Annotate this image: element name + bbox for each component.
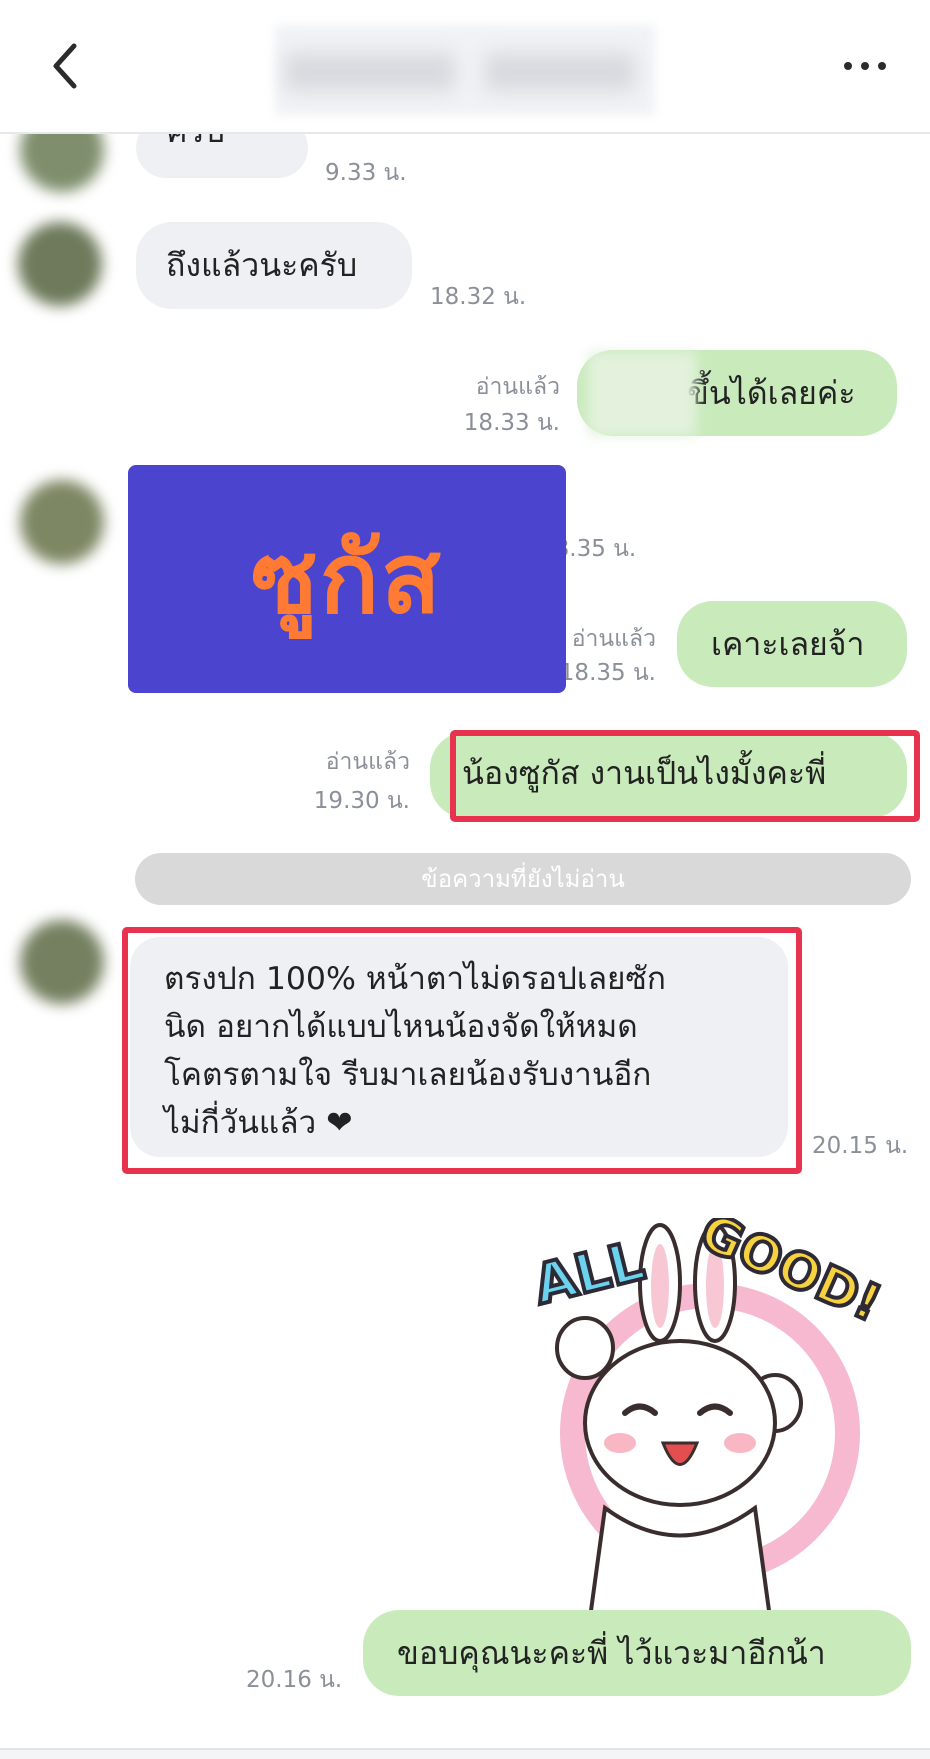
- message-text: เคาะเลยจ้า: [711, 625, 865, 663]
- chat-title-text: [275, 25, 276, 26]
- chat-header: [0, 0, 930, 134]
- message-text: ขึ้นได้เลยค่ะ: [687, 374, 856, 412]
- message-bubble[interactable]: ขอบคุณนะคะพี่ ไว้แวะมาอีกน้า: [363, 1610, 911, 1696]
- overlay-card: ซูกัส: [128, 465, 566, 693]
- avatar[interactable]: [18, 222, 102, 306]
- read-receipt: อ่านแล้ว: [325, 749, 410, 775]
- avatar[interactable]: [20, 480, 104, 564]
- avatar[interactable]: [20, 920, 104, 1004]
- highlight-box: [122, 927, 802, 1174]
- message-text: ถึงแล้วนะครับ: [166, 246, 358, 284]
- message-time: 9.33 น.: [325, 160, 407, 186]
- more-horizontal-icon: [844, 62, 886, 70]
- message-bubble[interactable]: เคาะเลยจ้า: [677, 601, 907, 687]
- message-time: 19.30 น.: [313, 788, 410, 814]
- message-text: ขอบคุณนะคะพี่ ไว้แวะมาอีกน้า: [397, 1634, 826, 1672]
- chat-title: [275, 25, 655, 115]
- overlay-text: ซูกัส: [251, 522, 443, 636]
- sticker-message[interactable]: ALL GOOD!: [526, 1200, 891, 1620]
- message-time: 18.33 น.: [463, 410, 560, 436]
- more-options-button[interactable]: [840, 55, 890, 77]
- svg-text:ALL: ALL: [535, 1229, 650, 1317]
- chevron-left-icon: [53, 43, 77, 89]
- back-button[interactable]: [44, 38, 88, 94]
- redaction-blur: [588, 352, 696, 436]
- unread-divider: ข้อความที่ยังไม่อ่าน: [135, 853, 911, 905]
- highlight-box: [450, 730, 920, 822]
- bottom-bar: [0, 1748, 930, 1759]
- message-bubble[interactable]: ถึงแล้วนะครับ: [136, 222, 412, 309]
- message-time: 20.15 น.: [812, 1133, 909, 1159]
- message-time: 18.32 น.: [430, 284, 527, 310]
- message-time: 20.16 น.: [246, 1667, 343, 1693]
- read-receipt: อ่านแล้ว: [475, 374, 560, 400]
- bunny-all-good-sticker-icon: ALL GOOD!: [526, 1200, 891, 1620]
